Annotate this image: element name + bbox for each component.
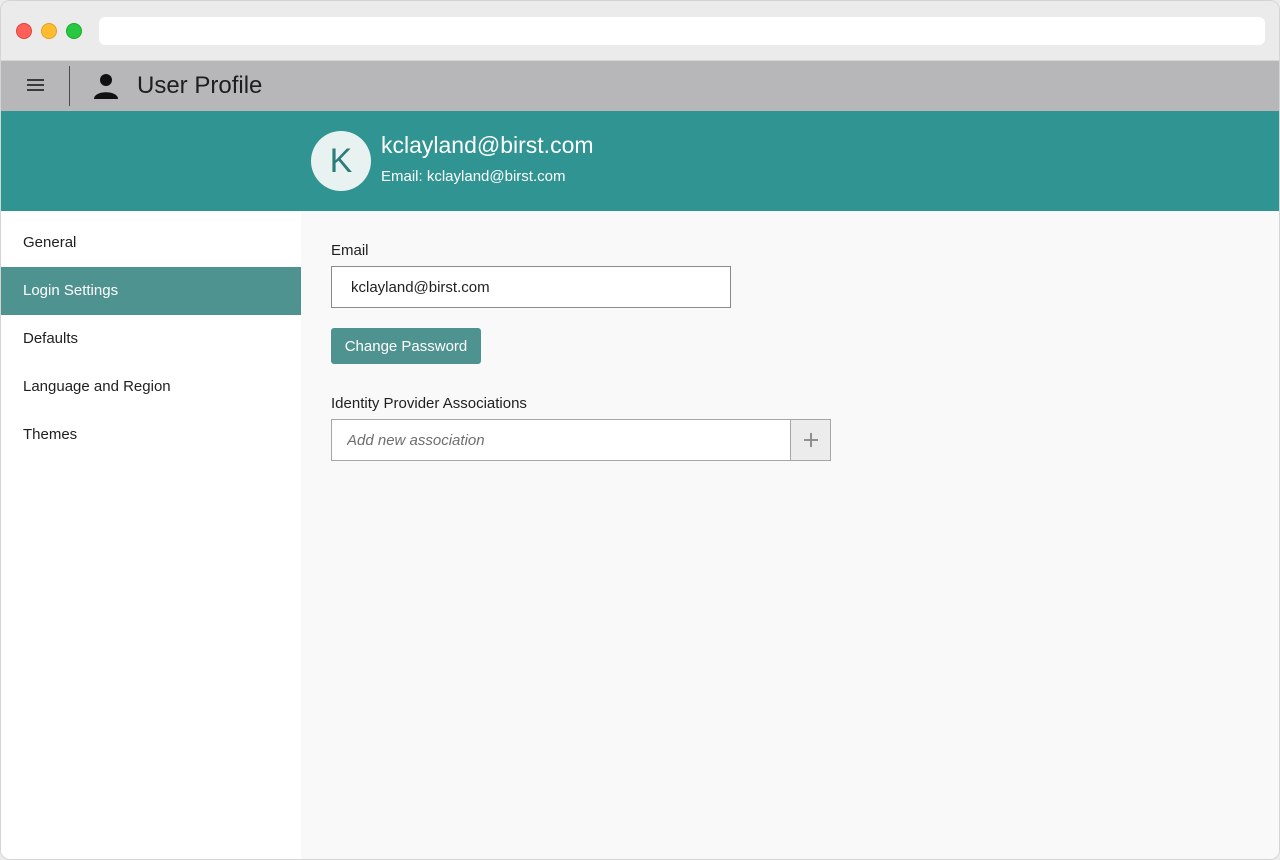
email-label: Email bbox=[331, 242, 369, 259]
browser-window: User Profile K kclayland@birst.com Email… bbox=[0, 0, 1280, 860]
close-window-button[interactable] bbox=[16, 23, 32, 39]
browser-chrome bbox=[1, 1, 1279, 61]
profile-email: Email: kclayland@birst.com bbox=[381, 168, 566, 185]
header-divider bbox=[69, 66, 70, 106]
change-password-button[interactable]: Change Password bbox=[331, 328, 481, 364]
avatar: K bbox=[311, 131, 371, 191]
email-field[interactable] bbox=[331, 266, 731, 308]
sidebar-item-themes[interactable]: Themes bbox=[1, 411, 301, 459]
maximize-window-button[interactable] bbox=[66, 23, 82, 39]
sidebar: General Login Settings Defaults Language… bbox=[1, 211, 301, 859]
association-input[interactable] bbox=[331, 419, 791, 461]
idp-label: Identity Provider Associations bbox=[331, 395, 527, 412]
main-content: Email Change Password Identity Provider … bbox=[301, 211, 1279, 859]
sidebar-item-language-and-region[interactable]: Language and Region bbox=[1, 363, 301, 411]
sidebar-item-general[interactable]: General bbox=[1, 219, 301, 267]
profile-name: kclayland@birst.com bbox=[381, 132, 594, 158]
hamburger-icon[interactable] bbox=[27, 78, 44, 92]
profile-banner: K kclayland@birst.com Email: kclayland@b… bbox=[1, 111, 1279, 211]
minimize-window-button[interactable] bbox=[41, 23, 57, 39]
person-icon bbox=[94, 74, 118, 99]
page-title: User Profile bbox=[137, 72, 263, 99]
sidebar-item-defaults[interactable]: Defaults bbox=[1, 315, 301, 363]
add-association-button[interactable] bbox=[790, 419, 831, 461]
sidebar-item-login-settings[interactable]: Login Settings bbox=[1, 267, 301, 315]
address-bar[interactable] bbox=[99, 17, 1265, 45]
app-header: User Profile bbox=[1, 61, 1279, 111]
